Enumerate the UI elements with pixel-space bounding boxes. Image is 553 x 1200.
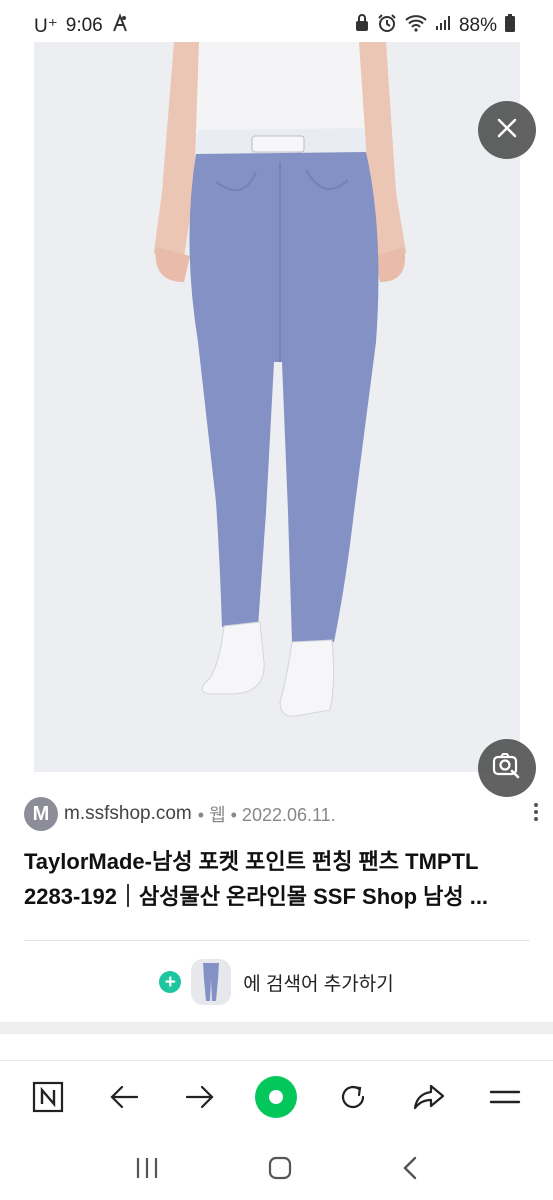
close-button[interactable]: [478, 101, 536, 159]
product-image[interactable]: [34, 42, 520, 772]
source-row: M m.ssfshop.com • 웹 • 2022.06.11.: [24, 796, 539, 832]
green-dot-icon: [255, 1075, 298, 1118]
back-arrow-icon[interactable]: [97, 1070, 151, 1124]
carrier-label: U⁺: [34, 15, 58, 37]
menu-icon[interactable]: [478, 1070, 532, 1124]
lock-icon: [355, 14, 369, 38]
add-search-label: 에 검색어 추가하기: [243, 973, 394, 995]
naver-home-icon[interactable]: [21, 1070, 75, 1124]
wifi-icon: [405, 14, 427, 38]
clock: 9:06: [65, 15, 103, 36]
divider: [24, 940, 530, 941]
battery-icon: [505, 14, 515, 38]
source-domain[interactable]: m.ssfshop.com: [64, 803, 192, 825]
golf-notification-icon: [111, 13, 129, 39]
alarm-icon: [377, 13, 397, 39]
more-options-icon[interactable]: [533, 802, 539, 826]
system-navigation: [0, 1140, 553, 1200]
plus-icon: +: [159, 971, 182, 993]
close-icon: [496, 117, 518, 144]
search-result-card[interactable]: M m.ssfshop.com • 웹 • 2022.06.11. Taylor…: [0, 774, 553, 1024]
green-dot-button[interactable]: [249, 1070, 303, 1124]
home-icon[interactable]: [267, 1155, 293, 1186]
signal-icon: [435, 15, 451, 37]
browser-toolbar: [0, 1060, 553, 1132]
result-title[interactable]: TaylorMade-남성 포켓 포인트 펀칭 팬츠 TMPTL 2283-19…: [24, 844, 529, 914]
recents-icon[interactable]: [134, 1156, 160, 1185]
site-favicon: M: [24, 797, 58, 831]
search-thumbnail: [191, 959, 232, 1005]
share-icon[interactable]: [402, 1070, 456, 1124]
back-icon[interactable]: [401, 1155, 419, 1186]
image-viewer: [0, 42, 553, 797]
battery-percent: 88%: [458, 15, 497, 36]
source-meta: • 웹 • 2022.06.11.: [197, 805, 336, 825]
section-separator: [0, 1022, 553, 1034]
forward-arrow-icon[interactable]: [173, 1070, 227, 1124]
refresh-icon[interactable]: [326, 1070, 380, 1124]
add-search-term-button[interactable]: + 에 검색어 추가하기: [0, 958, 553, 1006]
